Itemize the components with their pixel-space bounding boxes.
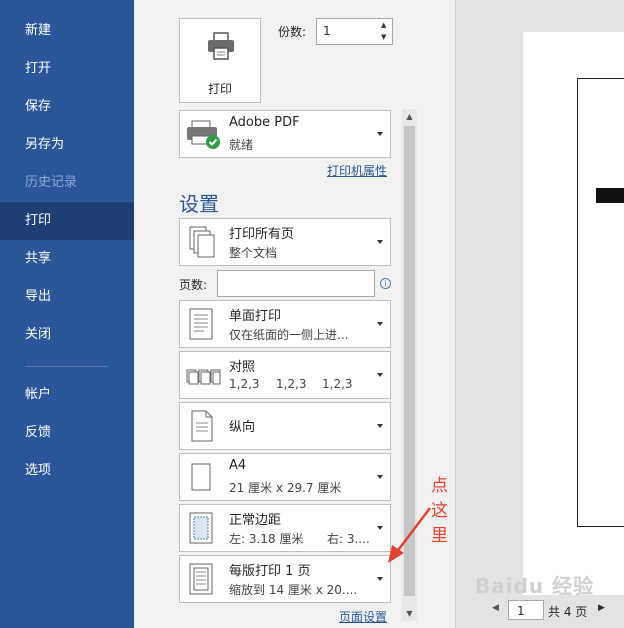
collate-order-1: 1,2,3	[229, 377, 260, 391]
margins-right: 右: 3....	[327, 532, 370, 546]
page-total: 共 4 页	[548, 605, 588, 619]
chevron-down-icon	[377, 240, 383, 244]
chevron-down-icon	[377, 322, 383, 326]
collate-dropdown[interactable]: 对照 1,2,3 1,2,3 1,2,3	[179, 351, 391, 399]
watermark: Baidu 经验	[475, 574, 595, 598]
orientation-dropdown[interactable]: 纵向	[179, 402, 391, 450]
printer-dropdown[interactable]: Adobe PDF 就绪	[179, 110, 391, 158]
print-button-label: 打印	[207, 82, 232, 96]
chevron-down-icon	[377, 526, 383, 530]
paper-size-icon	[191, 463, 211, 491]
single-sided-icon	[189, 308, 213, 340]
pages-per-sheet-desc: 缩放到 14 厘米 x 20....	[229, 583, 358, 597]
margins-label: 正常边距	[229, 513, 282, 528]
spin-up-icon[interactable]: ▲	[381, 21, 389, 29]
sides-dropdown[interactable]: 单面打印 仅在纸面的一侧上进...	[179, 300, 391, 348]
printer-status: 就绪	[229, 138, 254, 152]
nav-share[interactable]: 共享	[0, 240, 134, 278]
chevron-down-icon	[377, 424, 383, 428]
print-range-desc: 整个文档	[229, 246, 278, 260]
print-range-dropdown[interactable]: 打印所有页 整个文档	[179, 218, 391, 266]
nav-open[interactable]: 打开	[0, 50, 134, 88]
paper-size-dropdown[interactable]: A4 21 厘米 x 29.7 厘米	[179, 453, 391, 501]
settings-title: 设置	[179, 192, 219, 216]
nav-print[interactable]: 打印	[0, 202, 134, 240]
pages-per-sheet-icon	[189, 563, 213, 595]
prev-page-icon[interactable]: ◀	[492, 603, 499, 613]
copies-label: 份数:	[278, 25, 307, 39]
collate-icon	[186, 369, 221, 385]
copies-value: 1	[323, 24, 331, 38]
nav-save[interactable]: 保存	[0, 88, 134, 126]
nav-close[interactable]: 关闭	[0, 316, 134, 354]
sides-desc: 仅在纸面的一侧上进...	[229, 328, 349, 342]
margins-left: 左: 3.18 厘米	[229, 532, 304, 546]
annotation-arrow-icon	[388, 507, 431, 563]
info-icon[interactable]: i	[380, 278, 391, 289]
chevron-down-icon	[377, 132, 383, 136]
spin-down-icon[interactable]: ▼	[381, 33, 389, 41]
next-page-icon[interactable]: ▶	[598, 603, 605, 613]
scroll-up-icon[interactable]: ▲	[402, 109, 417, 124]
paper-size-label: A4	[229, 458, 247, 473]
pages-per-sheet-label: 每版打印 1 页	[229, 564, 311, 579]
print-settings-panel: 打印 份数: 1 ▲ ▼ Adobe PDF 就绪 打印机属性 设置 打印所有页…	[134, 0, 455, 628]
printer-icon	[208, 32, 234, 60]
chevron-down-icon	[377, 577, 383, 581]
pages-input[interactable]	[217, 270, 375, 297]
printer-ready-icon	[187, 120, 220, 149]
chevron-down-icon	[377, 475, 383, 479]
annotation-text: 点这里	[431, 476, 448, 546]
paper-size-desc: 21 厘米 x 29.7 厘米	[229, 481, 342, 495]
collate-order-3: 1,2,3	[322, 377, 353, 391]
collate-order-2: 1,2,3	[276, 377, 307, 391]
margins-dropdown[interactable]: 正常边距 左: 3.18 厘米 右: 3....	[179, 504, 391, 552]
nav-history: 历史记录	[25, 175, 78, 190]
orientation-label: 纵向	[229, 420, 256, 435]
nav-export[interactable]: 导出	[0, 278, 134, 316]
preview-text-mark	[596, 188, 624, 203]
scroll-down-icon[interactable]: ▼	[402, 606, 417, 621]
portrait-icon	[191, 410, 213, 442]
page-number-input[interactable]: 1	[508, 600, 544, 620]
printer-name: Adobe PDF	[229, 115, 300, 130]
all-pages-icon	[189, 226, 215, 258]
copies-stepper[interactable]: 1 ▲ ▼	[316, 18, 393, 45]
nav-feedback[interactable]: 反馈	[0, 414, 134, 452]
nav-new[interactable]: 新建	[0, 12, 134, 50]
preview-content-border	[577, 78, 624, 527]
print-range-label: 打印所有页	[229, 227, 295, 242]
nav-save-as[interactable]: 另存为	[0, 126, 134, 164]
page-number-value: 1	[517, 604, 525, 618]
preview-pager: ◀ 1 共 4 页 ▶	[455, 600, 624, 620]
nav-account[interactable]: 帐户	[0, 376, 134, 414]
printer-properties-link[interactable]: 打印机属性	[327, 162, 387, 179]
page-setup-link[interactable]: 页面设置	[339, 608, 387, 625]
collate-label: 对照	[229, 360, 256, 375]
margins-icon	[189, 512, 213, 544]
nav-divider	[25, 366, 108, 367]
print-button[interactable]: 打印	[179, 18, 261, 103]
nav-options[interactable]: 选项	[0, 452, 134, 490]
pages-per-sheet-dropdown[interactable]: 每版打印 1 页 缩放到 14 厘米 x 20....	[179, 555, 391, 603]
sides-label: 单面打印	[229, 309, 282, 324]
backstage-sidebar: 新建 打开 保存 另存为 历史记录 打印 共享 导出 关闭 帐户 反馈 选项	[0, 0, 134, 628]
chevron-down-icon	[377, 373, 383, 377]
pages-label: 页数:	[179, 278, 208, 292]
